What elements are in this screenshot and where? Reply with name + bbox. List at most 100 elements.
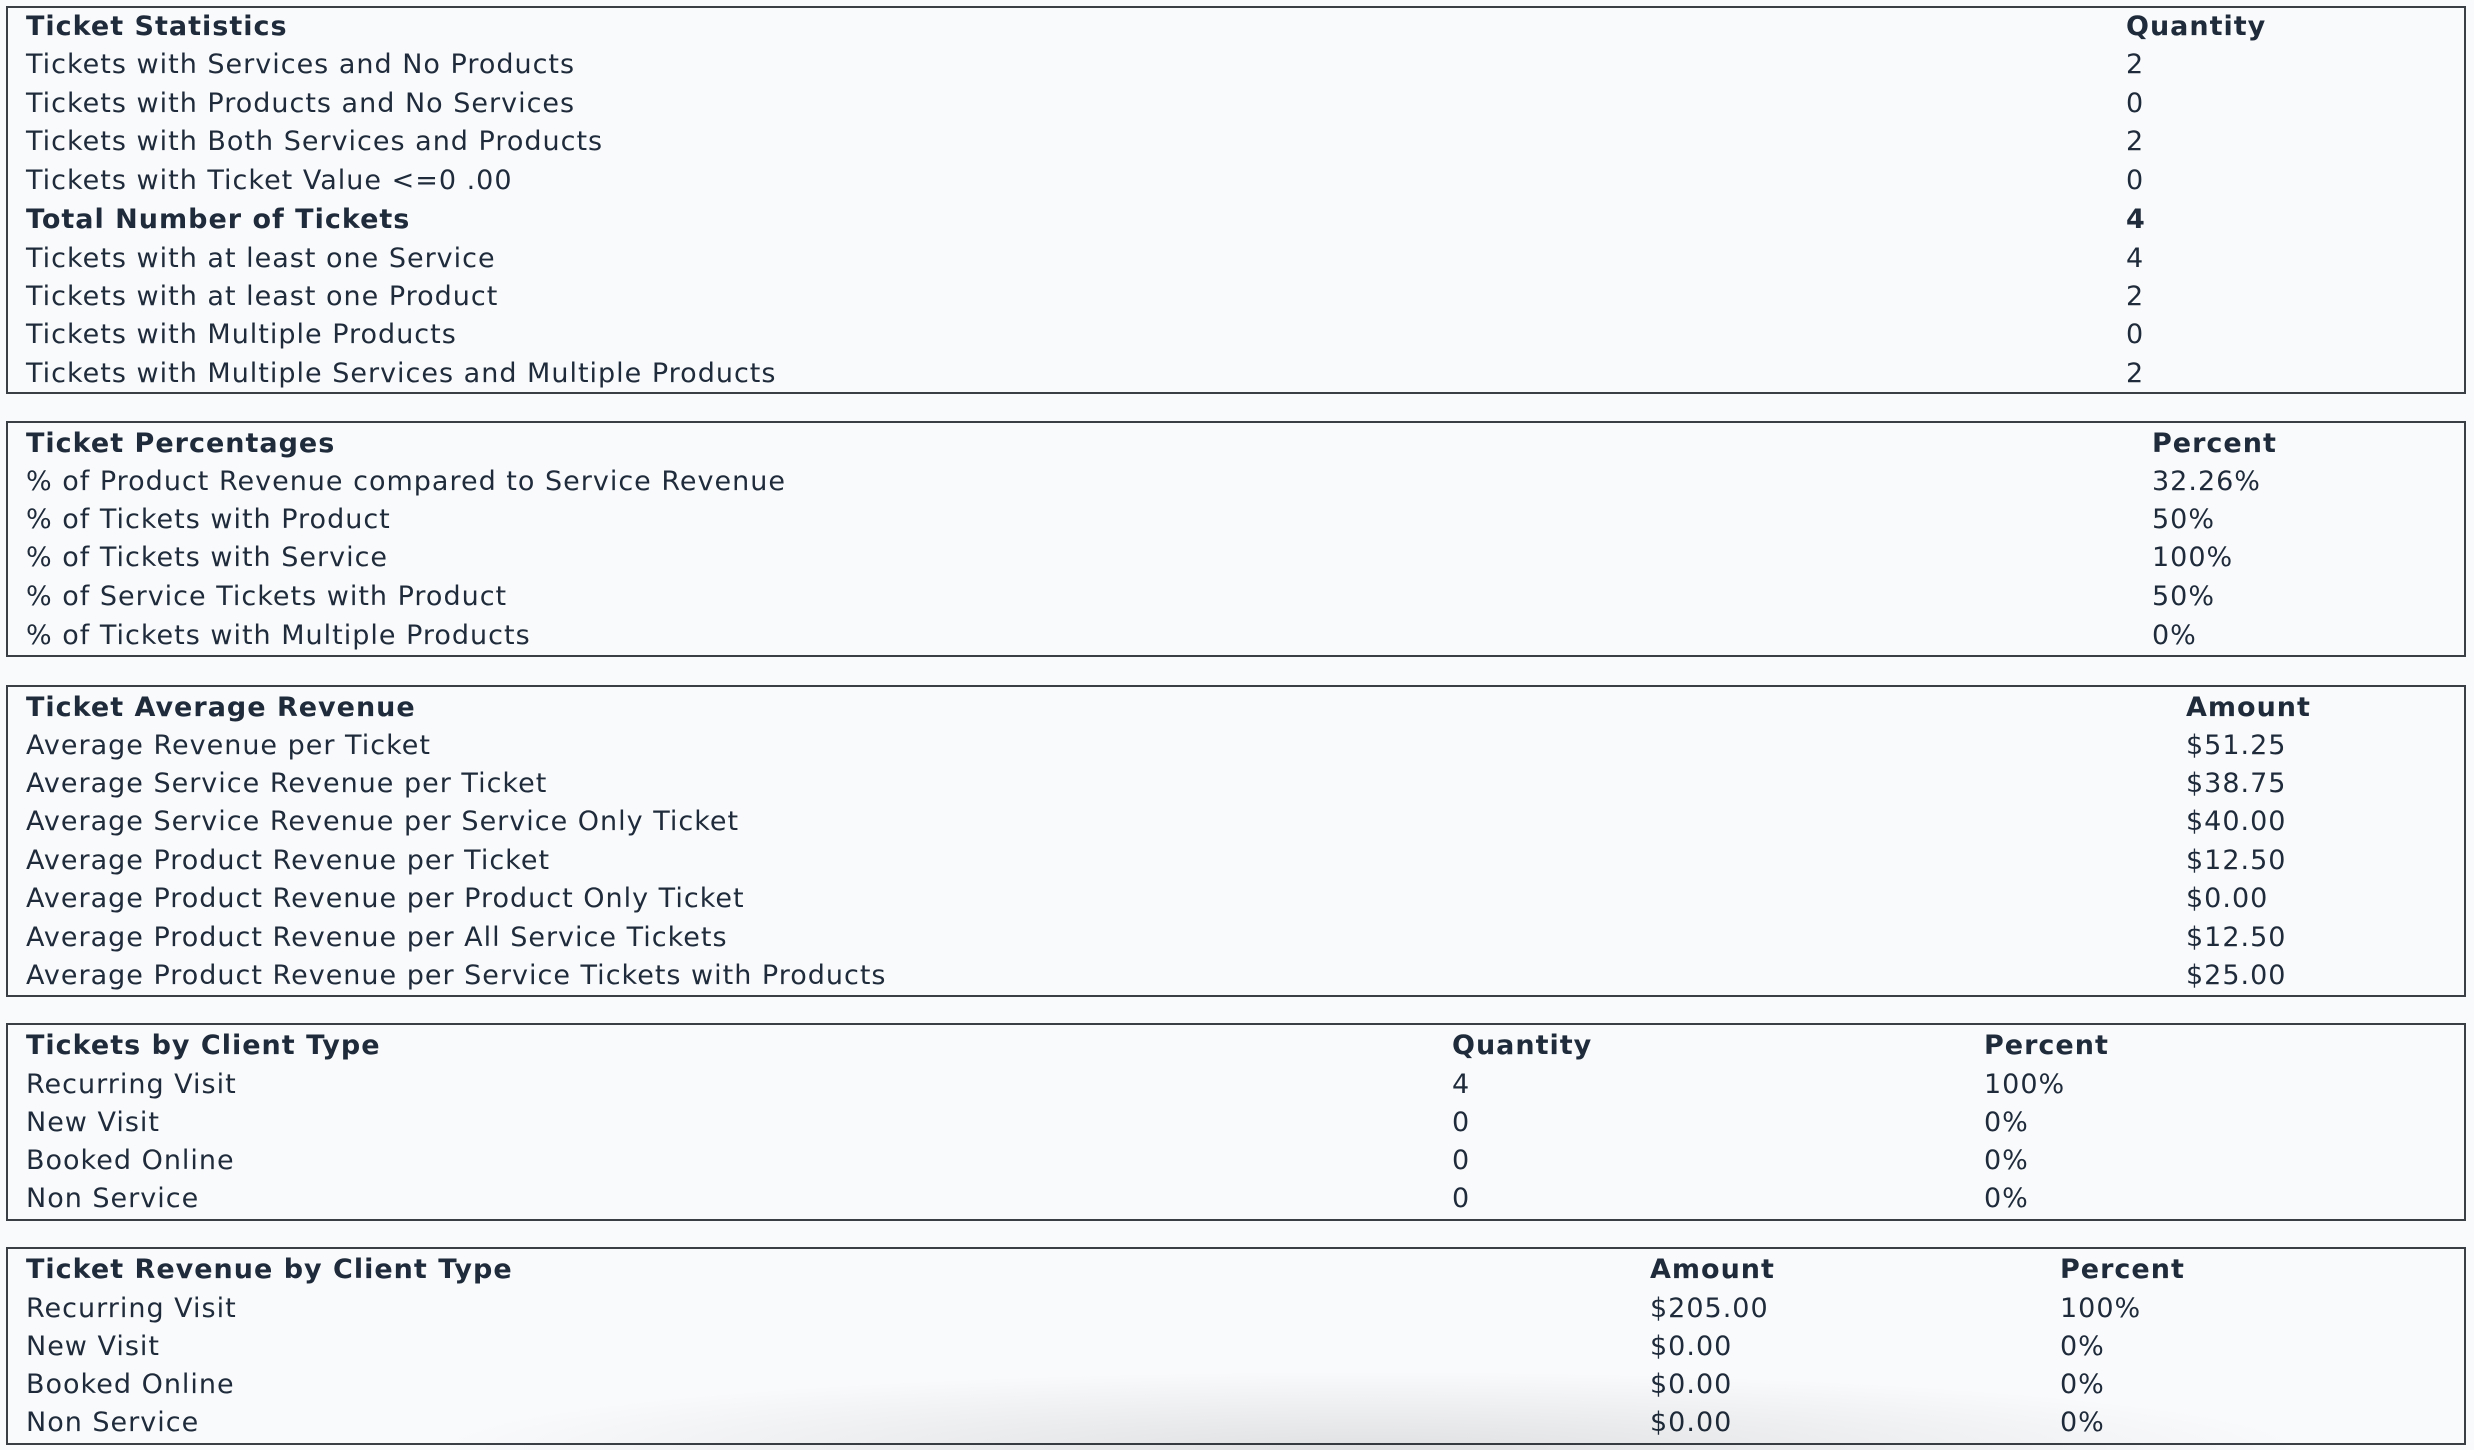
table-row: Average Product Revenue per All Service … xyxy=(8,919,2464,957)
table-row: % of Product Revenue compared to Service… xyxy=(8,463,2464,501)
row-value: 50% xyxy=(2152,581,2216,612)
row-label: Average Product Revenue per Service Tick… xyxy=(26,960,887,991)
table-row: % of Tickets with Product 50% xyxy=(8,501,2464,539)
row-label: Recurring Visit xyxy=(26,1069,237,1100)
quantity-column-header: Quantity xyxy=(2126,11,2267,42)
row-value: $38.75 xyxy=(2186,768,2287,799)
row-label: Tickets with Multiple Products xyxy=(26,319,457,350)
table-header-row: Ticket Average Revenue Amount xyxy=(8,689,2464,727)
row-label: Tickets with at least one Service xyxy=(26,243,496,274)
row-percent: 0% xyxy=(2060,1407,2105,1438)
tickets-by-client-type-title: Tickets by Client Type xyxy=(26,1030,381,1061)
row-label: Total Number of Tickets xyxy=(26,204,411,235)
table-row: Non Service 0 0% xyxy=(8,1180,2464,1218)
ticket-statistics-title: Ticket Statistics xyxy=(26,11,288,42)
table-row: Tickets with Ticket Value <=0 .00 0 xyxy=(8,162,2464,200)
table-header-row: Ticket Statistics Quantity xyxy=(8,8,2464,46)
row-label: New Visit xyxy=(26,1107,161,1138)
row-amount: $0.00 xyxy=(1650,1369,1733,1400)
table-row: Non Service $0.00 0% xyxy=(8,1404,2464,1442)
row-amount: $205.00 xyxy=(1650,1293,1769,1324)
row-label: Average Revenue per Ticket xyxy=(26,730,431,761)
table-row: Tickets with Multiple Services and Multi… xyxy=(8,355,2464,393)
table-row: New Visit 0 0% xyxy=(8,1104,2464,1142)
ticket-revenue-by-client-type-panel: Ticket Revenue by Client Type Amount Per… xyxy=(6,1247,2466,1445)
row-value: 4 xyxy=(2126,204,2146,235)
table-row: Average Revenue per Ticket $51.25 xyxy=(8,727,2464,765)
row-label: Average Product Revenue per All Service … xyxy=(26,922,728,953)
row-label: New Visit xyxy=(26,1331,161,1362)
row-label: Average Service Revenue per Service Only… xyxy=(26,806,740,837)
row-quantity: 0 xyxy=(1452,1183,1471,1214)
row-amount: $0.00 xyxy=(1650,1331,1733,1362)
row-label: Tickets with Services and No Products xyxy=(26,49,576,80)
row-quantity: 0 xyxy=(1452,1145,1471,1176)
table-row: Tickets with Products and No Services 0 xyxy=(8,85,2464,123)
row-percent: 0% xyxy=(1984,1107,2029,1138)
table-row: Average Product Revenue per Ticket $12.5… xyxy=(8,842,2464,880)
row-label: Average Product Revenue per Ticket xyxy=(26,845,551,876)
row-label: Average Service Revenue per Ticket xyxy=(26,768,548,799)
row-amount: $0.00 xyxy=(1650,1407,1733,1438)
table-row: Average Product Revenue per Product Only… xyxy=(8,880,2464,918)
row-percent: 100% xyxy=(1984,1069,2066,1100)
row-value: $12.50 xyxy=(2186,922,2287,953)
ticket-percentages-title: Ticket Percentages xyxy=(26,428,336,459)
row-label: Tickets with at least one Product xyxy=(26,281,499,312)
row-value: 2 xyxy=(2126,49,2145,80)
ticket-average-revenue-title: Ticket Average Revenue xyxy=(26,692,416,723)
row-percent: 0% xyxy=(1984,1145,2029,1176)
ticket-average-revenue-panel: Ticket Average Revenue Amount Average Re… xyxy=(6,685,2466,997)
row-value: 0 xyxy=(2126,165,2145,196)
row-label: Non Service xyxy=(26,1407,200,1438)
table-row: Tickets with Services and No Products 2 xyxy=(8,46,2464,84)
ticket-revenue-by-client-type-title: Ticket Revenue by Client Type xyxy=(26,1254,513,1285)
table-row: Booked Online 0 0% xyxy=(8,1142,2464,1180)
table-row: Recurring Visit 4 100% xyxy=(8,1066,2464,1104)
amount-column-header: Amount xyxy=(2186,692,2311,723)
row-label: Average Product Revenue per Product Only… xyxy=(26,883,745,914)
row-percent: 0% xyxy=(2060,1331,2105,1362)
row-value: 100% xyxy=(2152,542,2234,573)
table-row: New Visit $0.00 0% xyxy=(8,1328,2464,1366)
row-value: $40.00 xyxy=(2186,806,2287,837)
row-value: $0.00 xyxy=(2186,883,2269,914)
row-value: 4 xyxy=(2126,243,2145,274)
row-value: $51.25 xyxy=(2186,730,2287,761)
row-value: 0 xyxy=(2126,319,2145,350)
amount-column-header: Amount xyxy=(1650,1254,1775,1285)
row-value: 32.26% xyxy=(2152,466,2261,497)
row-quantity: 4 xyxy=(1452,1069,1471,1100)
table-row: Average Service Revenue per Ticket $38.7… xyxy=(8,765,2464,803)
row-label: Tickets with Products and No Services xyxy=(26,88,576,119)
row-value: 2 xyxy=(2126,358,2145,389)
row-label: % of Product Revenue compared to Service… xyxy=(26,466,786,497)
total-row: Total Number of Tickets 4 xyxy=(8,201,2464,239)
quantity-column-header: Quantity xyxy=(1452,1030,1593,1061)
table-row: Booked Online $0.00 0% xyxy=(8,1366,2464,1404)
percent-column-header: Percent xyxy=(1984,1030,2109,1061)
row-value: 2 xyxy=(2126,281,2145,312)
row-percent: 0% xyxy=(1984,1183,2029,1214)
table-row: Tickets with at least one Product 2 xyxy=(8,278,2464,316)
percent-column-header: Percent xyxy=(2152,428,2277,459)
row-value: 0 xyxy=(2126,88,2145,119)
row-label: Tickets with Both Services and Products xyxy=(26,126,604,157)
row-label: Booked Online xyxy=(26,1369,235,1400)
percent-column-header: Percent xyxy=(2060,1254,2185,1285)
table-row: Average Product Revenue per Service Tick… xyxy=(8,957,2464,995)
row-value: 2 xyxy=(2126,126,2145,157)
row-label: % of Service Tickets with Product xyxy=(26,581,508,612)
table-header-row: Ticket Percentages Percent xyxy=(8,425,2464,463)
table-row: Tickets with at least one Service 4 xyxy=(8,240,2464,278)
table-row: Recurring Visit $205.00 100% xyxy=(8,1290,2464,1328)
row-percent: 0% xyxy=(2060,1369,2105,1400)
row-label: Recurring Visit xyxy=(26,1293,237,1324)
table-row: % of Tickets with Multiple Products 0% xyxy=(8,617,2464,655)
table-header-row: Tickets by Client Type Quantity Percent xyxy=(8,1027,2464,1065)
table-header-row: Ticket Revenue by Client Type Amount Per… xyxy=(8,1251,2464,1289)
row-value: 50% xyxy=(2152,504,2216,535)
row-label: % of Tickets with Product xyxy=(26,504,391,535)
row-percent: 100% xyxy=(2060,1293,2142,1324)
table-row: Average Service Revenue per Service Only… xyxy=(8,803,2464,841)
